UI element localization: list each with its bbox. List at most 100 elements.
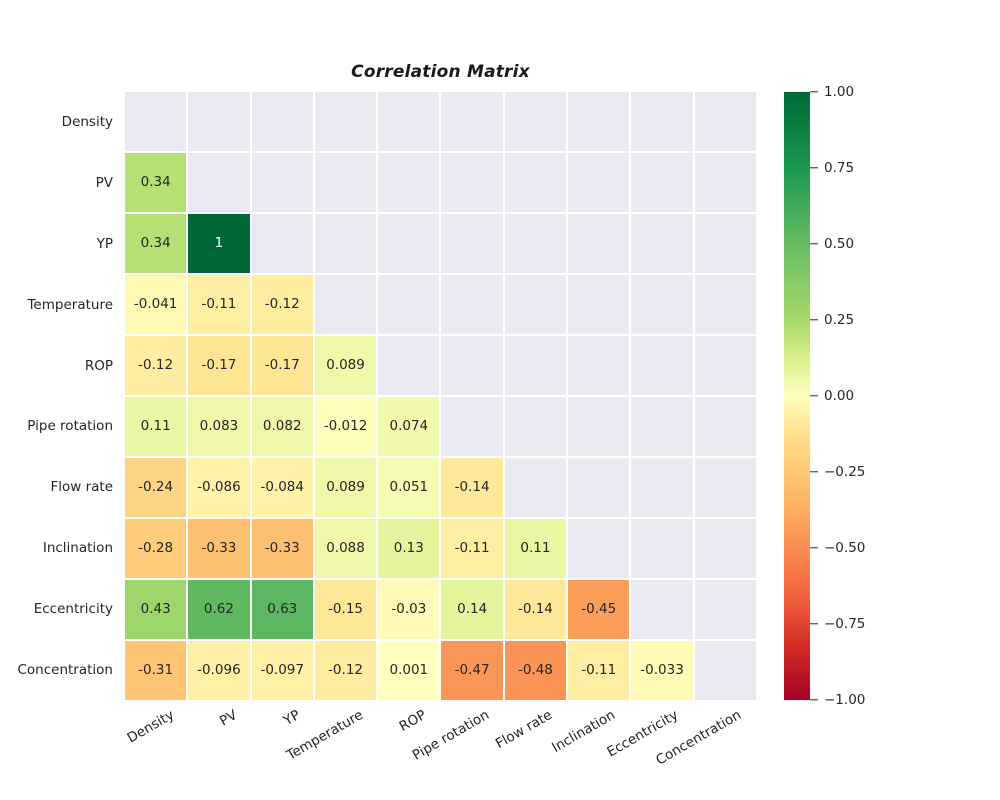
heatmap-cell: -0.033 bbox=[631, 641, 693, 700]
colorbar-tick bbox=[810, 167, 818, 169]
heatmap-cell: -0.12 bbox=[125, 336, 187, 395]
heatmap-cell: 0.11 bbox=[125, 397, 187, 456]
heatmap-cell: -0.084 bbox=[251, 458, 313, 517]
x-tick-label: PV bbox=[216, 707, 240, 730]
heatmap-grid: 0.34 0.34 1 -0.041 -0.11 -0.12 -0.12 -0.17 -0.17… bbox=[125, 92, 756, 700]
heatmap-cell: -0.45 bbox=[568, 580, 630, 639]
heatmap-cell-empty bbox=[568, 336, 630, 395]
y-tick-label: Inclination bbox=[42, 540, 113, 556]
heatmap-cell-empty bbox=[631, 336, 693, 395]
heatmap-cell-empty bbox=[314, 275, 377, 334]
y-tick-label: Density bbox=[61, 114, 113, 131]
heatmap-cell: -0.17 bbox=[251, 336, 313, 395]
heatmap-cell: 1 bbox=[188, 214, 250, 273]
heatmap-cell-empty bbox=[378, 153, 440, 212]
heatmap-cell: -0.14 bbox=[441, 458, 503, 517]
heatmap-cell: -0.11 bbox=[568, 641, 630, 700]
heatmap-cell-empty bbox=[568, 458, 630, 517]
y-tick-label: YP bbox=[96, 236, 113, 252]
heatmap-cell-empty bbox=[694, 275, 756, 334]
y-tick-label: Concentration bbox=[17, 661, 113, 678]
heatmap-cell-empty bbox=[694, 397, 756, 456]
heatmap-cell-empty bbox=[568, 92, 630, 151]
x-tick-label: Inclination bbox=[549, 707, 619, 756]
x-tick-label: ROP bbox=[396, 707, 429, 735]
x-tick-label: Temperature bbox=[283, 707, 366, 764]
heatmap-cell-empty bbox=[378, 92, 440, 151]
heatmap-cell: 0.13 bbox=[378, 519, 440, 578]
heatmap-cell-empty bbox=[568, 153, 630, 212]
heatmap-cell: -0.31 bbox=[125, 641, 187, 700]
heatmap-cell-empty bbox=[631, 153, 693, 212]
x-tick-label: Density bbox=[124, 707, 177, 747]
heatmap-cell-empty bbox=[631, 92, 693, 151]
heatmap-cell-empty bbox=[504, 214, 567, 273]
heatmap-cell-empty bbox=[188, 92, 250, 151]
y-tick-label: Flow rate bbox=[50, 479, 113, 496]
heatmap-cell: -0.17 bbox=[188, 336, 250, 395]
colorbar-tick bbox=[810, 471, 818, 473]
heatmap-cell-empty bbox=[441, 214, 503, 273]
heatmap-cell: 0.34 bbox=[125, 214, 187, 273]
heatmap-cell: -0.11 bbox=[441, 519, 503, 578]
colorbar-tick bbox=[810, 699, 818, 701]
heatmap-cell-empty bbox=[694, 153, 756, 212]
heatmap-cell-empty bbox=[631, 519, 693, 578]
heatmap-cell: 0.14 bbox=[441, 580, 503, 639]
heatmap-cell-empty bbox=[441, 397, 503, 456]
heatmap-cell-empty bbox=[504, 153, 567, 212]
heatmap-cell-empty bbox=[568, 275, 630, 334]
heatmap-cell-empty bbox=[378, 275, 440, 334]
heatmap-cell: 0.62 bbox=[188, 580, 250, 639]
heatmap-cell: -0.12 bbox=[314, 641, 377, 700]
heatmap-cell-empty bbox=[694, 336, 756, 395]
heatmap-cell: -0.03 bbox=[378, 580, 440, 639]
heatmap-cell-empty bbox=[314, 214, 377, 273]
heatmap-cell: -0.086 bbox=[188, 458, 250, 517]
heatmap-cell-empty bbox=[504, 92, 567, 151]
y-tick-label: Temperature bbox=[27, 296, 113, 313]
heatmap-cell: -0.12 bbox=[251, 275, 313, 334]
colorbar-tick bbox=[810, 623, 818, 625]
correlation-matrix-figure: Correlation Matrix 0.34 0.34 1 -0.041 -0.11-… bbox=[0, 0, 1000, 800]
heatmap-cell-empty bbox=[441, 336, 503, 395]
heatmap-cell-empty bbox=[251, 92, 313, 151]
colorbar-tick-label: 0.25 bbox=[824, 312, 855, 328]
colorbar-tick-label: 1.00 bbox=[824, 84, 855, 100]
heatmap-cell-empty bbox=[504, 336, 567, 395]
heatmap-cell: -0.012 bbox=[314, 397, 377, 456]
heatmap-cell-empty bbox=[314, 92, 377, 151]
heatmap-cell-empty bbox=[631, 397, 693, 456]
heatmap-cell-empty bbox=[441, 92, 503, 151]
colorbar-tick-label: −0.50 bbox=[824, 540, 866, 556]
heatmap-cell: -0.33 bbox=[188, 519, 250, 578]
x-tick-label: Pipe rotation bbox=[409, 707, 493, 764]
chart-title: Correlation Matrix bbox=[351, 62, 530, 82]
colorbar-tick bbox=[810, 243, 818, 245]
heatmap-cell-empty bbox=[568, 397, 630, 456]
heatmap-cell-empty bbox=[251, 153, 313, 212]
heatmap-cell: 0.43 bbox=[125, 580, 187, 639]
heatmap-cell: 0.089 bbox=[314, 458, 377, 517]
heatmap-cell: 0.089 bbox=[314, 336, 377, 395]
heatmap-cell: 0.11 bbox=[504, 519, 567, 578]
heatmap-cell: -0.11 bbox=[188, 275, 250, 334]
heatmap-cell: 0.34 bbox=[125, 153, 187, 212]
y-tick-label: Pipe rotation bbox=[27, 418, 113, 435]
heatmap-cell-empty bbox=[504, 275, 567, 334]
colorbar-tick-label: 0.00 bbox=[824, 388, 855, 404]
y-tick-label: Eccentricity bbox=[33, 600, 113, 617]
colorbar-tick-label: 0.75 bbox=[824, 160, 855, 176]
colorbar-gradient bbox=[784, 92, 810, 700]
heatmap-cell: -0.28 bbox=[125, 519, 187, 578]
heatmap-cell-empty bbox=[441, 153, 503, 212]
heatmap-cell-empty bbox=[504, 397, 567, 456]
x-tick-label: Eccentricity bbox=[604, 707, 682, 761]
heatmap-cell: -0.097 bbox=[251, 641, 313, 700]
heatmap-cell-empty bbox=[504, 458, 567, 517]
heatmap-cell-empty bbox=[631, 458, 693, 517]
colorbar-tick bbox=[810, 395, 818, 397]
heatmap-cell: -0.041 bbox=[125, 275, 187, 334]
x-tick-label: Flow rate bbox=[492, 707, 556, 753]
heatmap-cell-empty bbox=[568, 519, 630, 578]
